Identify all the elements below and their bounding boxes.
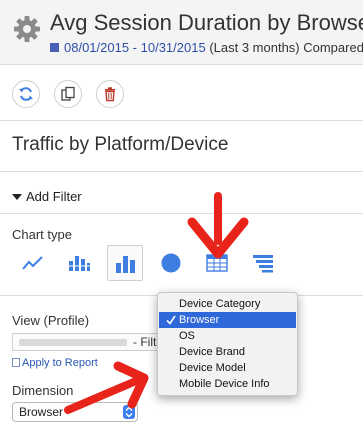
document-icon: [12, 358, 20, 367]
dropdown-option[interactable]: Device Model: [159, 360, 296, 376]
header-divider: [0, 64, 363, 65]
section-title: Traffic by Platform/Device: [12, 134, 229, 155]
chart-type-pie[interactable]: [153, 245, 189, 281]
table-icon: [206, 254, 228, 272]
dimension-label: Dimension: [12, 383, 74, 398]
dropdown-option[interactable]: OS: [159, 328, 296, 344]
gear-icon[interactable]: [12, 14, 42, 44]
add-filter-toggle[interactable]: Add Filter: [12, 189, 82, 204]
chart-type-label: Chart type: [12, 227, 72, 242]
bar-line-icon: [68, 256, 90, 271]
copy-icon: [61, 86, 75, 101]
delete-button[interactable]: [96, 80, 124, 108]
chart-type-bar-line[interactable]: [61, 245, 97, 281]
apply-label: Apply to Report: [22, 357, 98, 369]
bar-chart-icon: [116, 256, 135, 273]
dimension-select[interactable]: Browser: [12, 402, 138, 422]
pie-chart-icon: [161, 253, 181, 273]
refresh-icon: [19, 87, 33, 101]
dropdown-option-selected[interactable]: Browser: [159, 312, 296, 328]
chart-type-line[interactable]: [15, 245, 51, 281]
dropdown-option[interactable]: Device Category: [159, 296, 296, 312]
apply-to-report-link[interactable]: Apply to Report: [12, 357, 98, 369]
dropdown-option[interactable]: Mobile Device Info: [159, 376, 296, 392]
list-icon: [253, 255, 273, 273]
filter-divider: [0, 213, 363, 214]
chart-type-table[interactable]: [199, 245, 235, 281]
chart-type-list[interactable]: [245, 245, 281, 281]
copy-button[interactable]: [54, 80, 82, 108]
refresh-button[interactable]: [12, 80, 40, 108]
line-chart-icon: [22, 256, 43, 270]
date-range-suffix: (Last 3 months) Compared: [209, 40, 363, 55]
report-header: Avg Session Duration by Browser 08/01/20…: [0, 0, 363, 64]
chart-type-bar[interactable]: [107, 245, 143, 281]
view-label: View (Profile): [12, 313, 90, 328]
date-range-link[interactable]: 08/01/2015 - 10/31/2015: [64, 40, 206, 55]
caret-down-icon: [12, 194, 22, 200]
select-arrows-icon: [123, 405, 135, 419]
dimension-dropdown-menu: Device Category Browser OS Device Brand …: [157, 292, 298, 396]
section-divider: [0, 171, 363, 172]
toolbar-divider: [0, 120, 363, 121]
checkmark-icon: [166, 315, 176, 325]
dropdown-option[interactable]: Device Brand: [159, 344, 296, 360]
dimension-value: Browser: [19, 405, 64, 419]
report-title: Avg Session Duration by Browser: [50, 10, 363, 35]
date-color-swatch: [50, 43, 59, 52]
view-select[interactable]: - Filte: [12, 333, 162, 351]
date-range-line: 08/01/2015 - 10/31/2015 (Last 3 months) …: [50, 40, 363, 55]
blurred-view-name: [19, 339, 127, 346]
trash-icon: [105, 87, 115, 102]
add-filter-label: Add Filter: [26, 189, 82, 204]
